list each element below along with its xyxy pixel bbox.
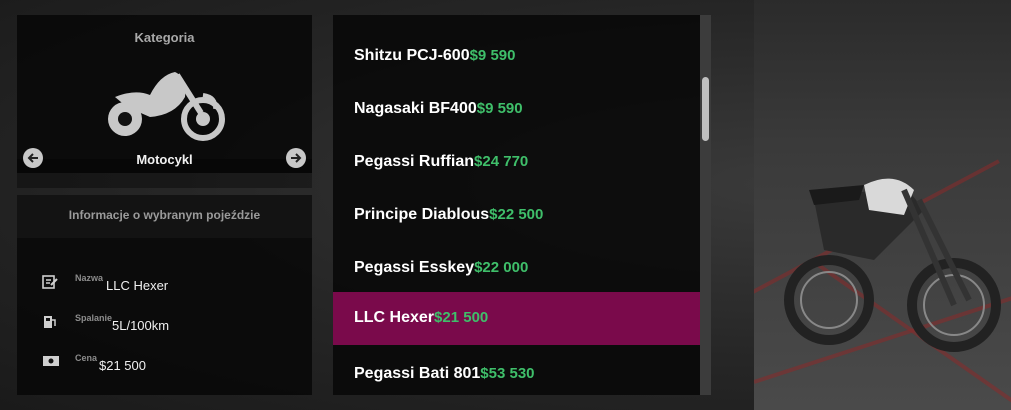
info-key-name: Nazwa — [75, 273, 104, 283]
category-title: Kategoria — [134, 30, 195, 45]
vehicle-list-item[interactable]: Pegassi Esskey$22 000 — [333, 242, 700, 295]
category-label: Motocykl — [136, 152, 193, 167]
vehicle-price: $9 590 — [476, 100, 523, 117]
vehicle-price: $24 770 — [474, 153, 529, 170]
vehicle-name: Principe Diablous — [354, 206, 490, 223]
info-key-consumption: Spalanie — [75, 313, 113, 323]
vehicle-preview-motorcycle — [784, 178, 1001, 352]
category-panel: Kategoria Motocykl — [17, 15, 312, 188]
category-next-button[interactable] — [286, 148, 306, 168]
vehicle-name: Pegassi Bati 801 — [354, 365, 481, 382]
vehicle-price: $22 500 — [489, 206, 544, 223]
vehicle-price: $22 000 — [474, 259, 529, 276]
info-key-price: Cena — [75, 353, 98, 363]
vehicle-list-item[interactable]: Shitzu PCJ-600$9 590 — [333, 30, 700, 83]
scrollbar-thumb[interactable] — [702, 77, 709, 141]
vehicle-name: LLC Hexer — [354, 309, 435, 326]
id-card-icon — [42, 275, 58, 289]
fuel-pump-icon — [44, 316, 56, 328]
vehicle-list-item[interactable]: Pegassi Ruffian$24 770 — [333, 136, 700, 189]
vehicle-name: Pegassi Esskey — [354, 259, 475, 276]
motorcycle-icon — [108, 72, 225, 141]
vehicle-info-panel: Informacje o wybranym pojeździe Nazwa LL… — [17, 195, 312, 395]
vehicle-list-scrollbar[interactable] — [700, 15, 711, 395]
vehicle-name: Pegassi Ruffian — [354, 153, 475, 170]
vehicle-list-item[interactable]: Principe Diablous$22 500 — [333, 189, 700, 242]
vehicle-info-title: Informacje o wybranym pojeździe — [68, 208, 261, 222]
arrow-right-icon — [291, 153, 302, 163]
vehicle-list-item[interactable]: Pegassi Bati 801$53 530 — [333, 348, 700, 395]
vehicle-price: $53 530 — [480, 365, 535, 382]
vehicle-list-item[interactable]: Nagasaki BF400$9 590 — [333, 83, 700, 136]
vehicle-list: Shitzu PCJ-600$9 590 Nagasaki BF400$9 59… — [333, 15, 711, 395]
vehicle-preview-area — [754, 0, 1011, 410]
vehicle-info-header: Informacje o wybranym pojeździe — [17, 195, 312, 238]
banknote-icon — [43, 356, 59, 366]
vehicle-price: $21 500 — [434, 309, 489, 326]
info-value-price: $21 500 — [99, 358, 146, 373]
vehicle-name: Shitzu PCJ-600 — [354, 47, 470, 64]
info-value-consumption: 5L/100km — [112, 318, 170, 333]
vehicle-list-item-selected[interactable]: LLC Hexer$21 500 — [333, 292, 700, 345]
info-value-name: LLC Hexer — [106, 278, 169, 293]
vehicle-price: $9 590 — [469, 47, 516, 64]
vehicle-name: Nagasaki BF400 — [354, 100, 477, 117]
